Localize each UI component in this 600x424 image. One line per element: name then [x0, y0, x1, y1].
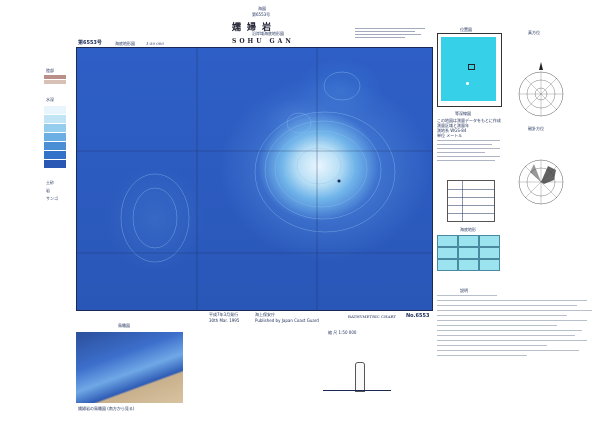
right-panel-table	[447, 180, 495, 222]
bathymetric-map[interactable]	[76, 47, 433, 311]
seafloor-feature-symbols	[437, 235, 500, 281]
bottom-right-notes	[437, 295, 597, 356]
chart-number-left: 第6553号	[78, 40, 102, 46]
birds-eye-view	[76, 332, 183, 403]
compass-rose-magnetic-icon	[518, 159, 564, 205]
inset-title: 位置図	[460, 27, 472, 32]
legend-items: 土砂 岩 サンゴ	[46, 180, 72, 201]
legend-land-swatch-2	[44, 80, 66, 84]
edition-en: 30th Mar. 1995	[209, 318, 240, 323]
inset-island	[466, 82, 469, 85]
right-panel-notes: この地図は測量データをもとに作成 測量区域と測量年 測地系 WGS-84 単位 …	[437, 118, 503, 138]
legend-depth-band-1	[44, 106, 66, 115]
header-subtitle: 沿岸域海底地形図	[252, 31, 284, 36]
compass-rose-true-icon	[518, 62, 564, 117]
chart-number-right: No.6553	[406, 313, 430, 319]
legend-depth-band-6	[44, 151, 66, 160]
header-right-notes	[355, 28, 425, 38]
legend-depth-band-7	[44, 160, 66, 169]
area-label: 海底地形図	[115, 41, 135, 46]
inset-location-map	[437, 33, 502, 107]
feature-symbol-3	[479, 235, 500, 247]
compass-magnetic-title: 磁針方位	[528, 126, 544, 131]
page-title-en: SOHU GAN	[232, 38, 294, 45]
legend-item-1: 土砂	[46, 180, 54, 185]
feature-symbol-5	[458, 247, 479, 259]
feature-symbol-1	[437, 235, 458, 247]
legend-depth-band-2	[44, 115, 66, 124]
legend-depth-scale	[44, 106, 66, 170]
map-contours	[77, 48, 432, 310]
header-top-small2: 第6553号	[252, 12, 271, 17]
right-panel-title2: 海底地形	[460, 227, 476, 232]
feature-symbol-4	[437, 247, 458, 259]
publisher-en: Published by Japan Coast Guard	[255, 318, 319, 323]
rock-profile-icon	[355, 362, 365, 392]
legend-land-title: 陸部	[46, 68, 54, 73]
panel-3d-title: 鳥瞰図	[118, 323, 130, 328]
scale-label: 1:50 000	[146, 41, 164, 46]
right-note-4: 単位 メートル	[437, 133, 463, 138]
right-panel-title3: 説明	[460, 288, 468, 293]
right-panel-title1: 等深線図	[455, 111, 471, 116]
compass-true-title: 真方位	[528, 30, 540, 35]
feature-symbol-6	[479, 247, 500, 259]
legend-depth-band-4	[44, 133, 66, 142]
legend-depth-title: 水深	[46, 97, 54, 102]
right-panel-lines	[437, 140, 500, 161]
edition-date: 平成7年3月発行	[209, 312, 239, 317]
panel-3d-caption: 嬬婦岩の鳥瞰図 (南方から見る)	[78, 406, 135, 411]
inset-marker	[468, 64, 475, 70]
legend-land-swatch-1	[44, 75, 66, 79]
publisher-jp: 海上保安庁	[255, 312, 275, 317]
legend-item-2: 岩	[46, 188, 50, 193]
feature-symbol-9	[479, 259, 500, 271]
bottom-scale-label: 縮 尺 1:50 000	[328, 330, 357, 335]
rock-profile-baseline	[323, 390, 391, 391]
feature-symbol-7	[437, 259, 458, 271]
feature-symbol-8	[458, 259, 479, 271]
legend-depth-band-5	[44, 142, 66, 151]
feature-symbol-2	[458, 235, 479, 247]
chart-title-en: BATHYMETRIC CHART	[348, 314, 397, 319]
legend-item-3: サンゴ	[46, 196, 58, 201]
legend-land-swatch	[44, 75, 66, 84]
legend-depth-band-3	[44, 124, 66, 133]
